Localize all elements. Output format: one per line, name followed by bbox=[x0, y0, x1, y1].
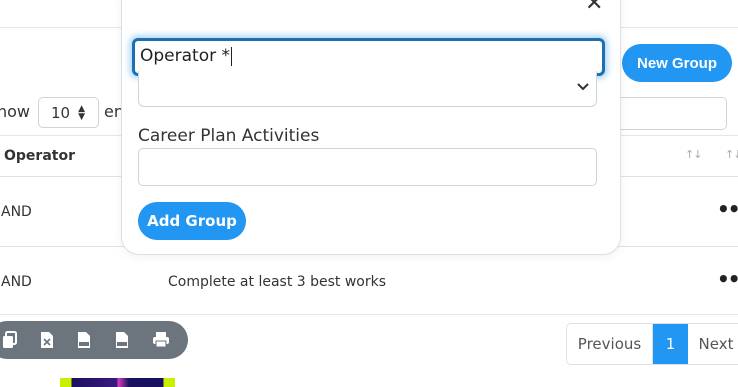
chevron-down-icon bbox=[576, 78, 590, 97]
copy-icon[interactable] bbox=[2, 330, 18, 350]
activity-cell: Complete at least 3 best works bbox=[168, 274, 387, 290]
add-group-button[interactable]: Add Group bbox=[138, 202, 246, 240]
row-actions-icon[interactable]: ••• bbox=[717, 267, 738, 291]
sort-icon[interactable]: ↑↓ bbox=[725, 148, 738, 161]
career-plan-activities-input[interactable] bbox=[138, 148, 597, 186]
pagination-next[interactable]: Next bbox=[688, 324, 738, 364]
operator-cell: AND bbox=[1, 204, 32, 220]
close-icon[interactable]: ✕ bbox=[585, 0, 603, 16]
sort-icon[interactable]: ↑↓ bbox=[685, 148, 702, 161]
pagination-previous[interactable]: Previous bbox=[567, 324, 653, 364]
export-toolbar bbox=[0, 321, 188, 359]
csv-icon[interactable] bbox=[76, 330, 92, 350]
new-group-button[interactable]: New Group bbox=[622, 44, 732, 82]
operator-cell: AND bbox=[1, 274, 32, 290]
add-group-modal: ✕ Operator * Career Plan Activities Add … bbox=[121, 0, 621, 255]
operator-select[interactable] bbox=[138, 71, 597, 107]
select-arrows-icon: ▲ ▼ bbox=[78, 103, 86, 122]
entries-length-select[interactable]: 10 ▲ ▼ bbox=[38, 97, 99, 128]
pagination-page-1[interactable]: 1 bbox=[653, 324, 688, 364]
row-actions-icon[interactable]: ••• bbox=[717, 197, 738, 221]
column-header-operator[interactable]: Operator bbox=[4, 148, 75, 164]
career-plan-activities-label: Career Plan Activities bbox=[138, 126, 320, 146]
print-icon[interactable] bbox=[152, 330, 170, 350]
excel-icon[interactable] bbox=[40, 330, 54, 350]
table-row: AND Complete at least 3 best works ••• bbox=[0, 247, 738, 317]
operator-label: Operator * bbox=[140, 46, 232, 66]
thumbnail-image bbox=[60, 378, 175, 387]
show-entries-label: how bbox=[0, 102, 31, 121]
pagination: Previous 1 Next bbox=[566, 323, 738, 365]
entries-length-value: 10 bbox=[51, 103, 71, 122]
pdf-icon[interactable] bbox=[114, 330, 130, 350]
